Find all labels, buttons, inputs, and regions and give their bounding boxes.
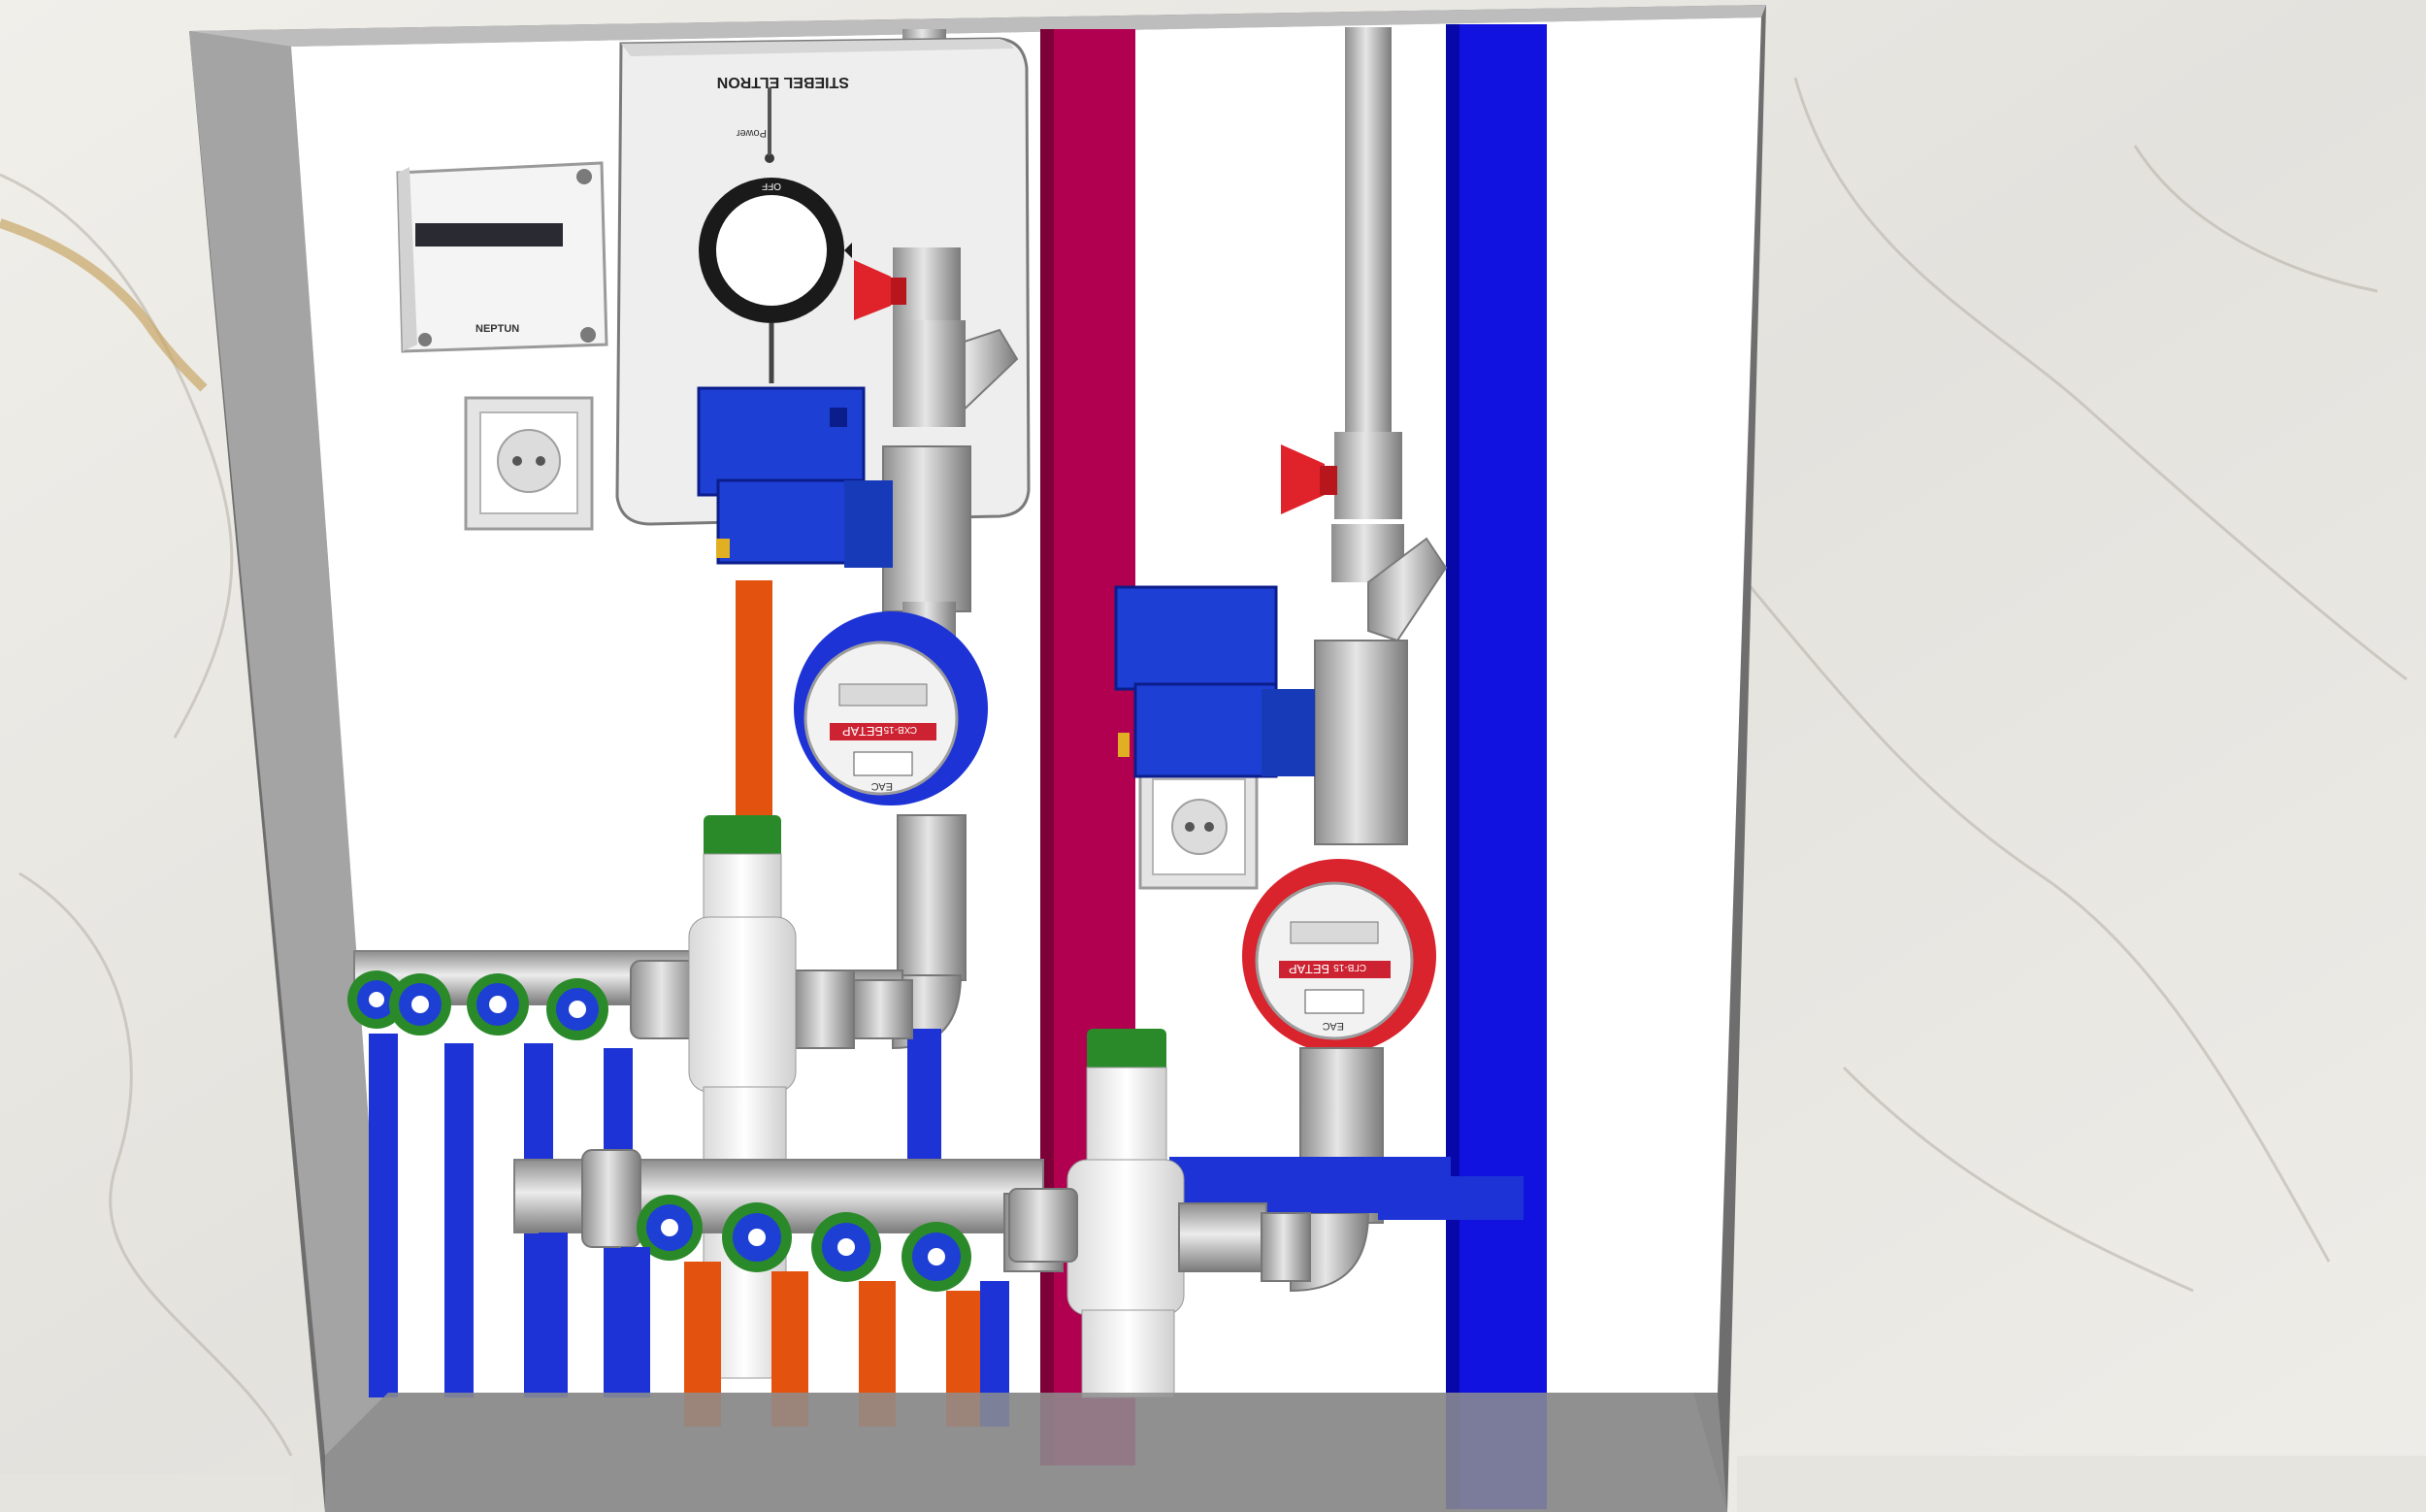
outlet-valve-lower-2[interactable] bbox=[722, 1202, 792, 1272]
cold-meter-model: СХВ-15 bbox=[883, 724, 917, 735]
power-socket-lower bbox=[1138, 765, 1259, 890]
flex-hose-right bbox=[1345, 27, 1392, 435]
cold-water-meter: БЕТАР СХВ-15 ЕАС bbox=[794, 611, 988, 805]
cold-drop-left bbox=[897, 814, 967, 981]
neptun-brand-label: NEPTUN bbox=[475, 323, 519, 335]
plumbing-niche-scene: NEPTUN STIEBEL ELTRON Power OFF БЕТАР СХ… bbox=[0, 0, 2426, 1512]
outlet-valve-lower-3[interactable] bbox=[811, 1212, 881, 1282]
heater-brand-label: STIEBEL ELTRON bbox=[717, 74, 849, 90]
lower-connector bbox=[1008, 1188, 1078, 1263]
hot-meter-brand: БЕТАР bbox=[1289, 962, 1329, 976]
marble-right-strip bbox=[1737, 1456, 2426, 1512]
controller-display bbox=[415, 223, 563, 247]
outlet-valve-upper-3[interactable] bbox=[467, 973, 529, 1035]
marble-bottom-strip bbox=[0, 1475, 291, 1512]
hot-meter-mark: ЕАС bbox=[1323, 1020, 1344, 1032]
power-socket-upper bbox=[464, 396, 594, 531]
riser-blue-shade bbox=[1446, 24, 1459, 1509]
heater-power-label: Power bbox=[736, 127, 767, 139]
neptun-controller: NEPTUN bbox=[396, 161, 608, 353]
heater-dial-label: OFF bbox=[762, 181, 781, 191]
orange-riser-left bbox=[736, 580, 772, 823]
niche-frame-bottom-lip bbox=[325, 1393, 1727, 1512]
outlet-valve-upper-2[interactable] bbox=[389, 973, 451, 1035]
left-valve-actuator bbox=[697, 386, 893, 568]
outlet-valve-upper-4[interactable] bbox=[546, 978, 608, 1040]
cold-meter-mark: ЕАС bbox=[871, 780, 893, 792]
cold-meter-brand: БЕТАР bbox=[842, 724, 883, 739]
blue-riser-cap bbox=[1378, 1176, 1524, 1220]
hot-meter-model: СГВ-15 bbox=[1333, 962, 1366, 972]
riser-blue bbox=[1446, 24, 1547, 1509]
outlet-valve-lower-4[interactable] bbox=[902, 1222, 971, 1292]
hot-water-meter: БЕТАР СГВ-15 ЕАС bbox=[1242, 859, 1436, 1053]
